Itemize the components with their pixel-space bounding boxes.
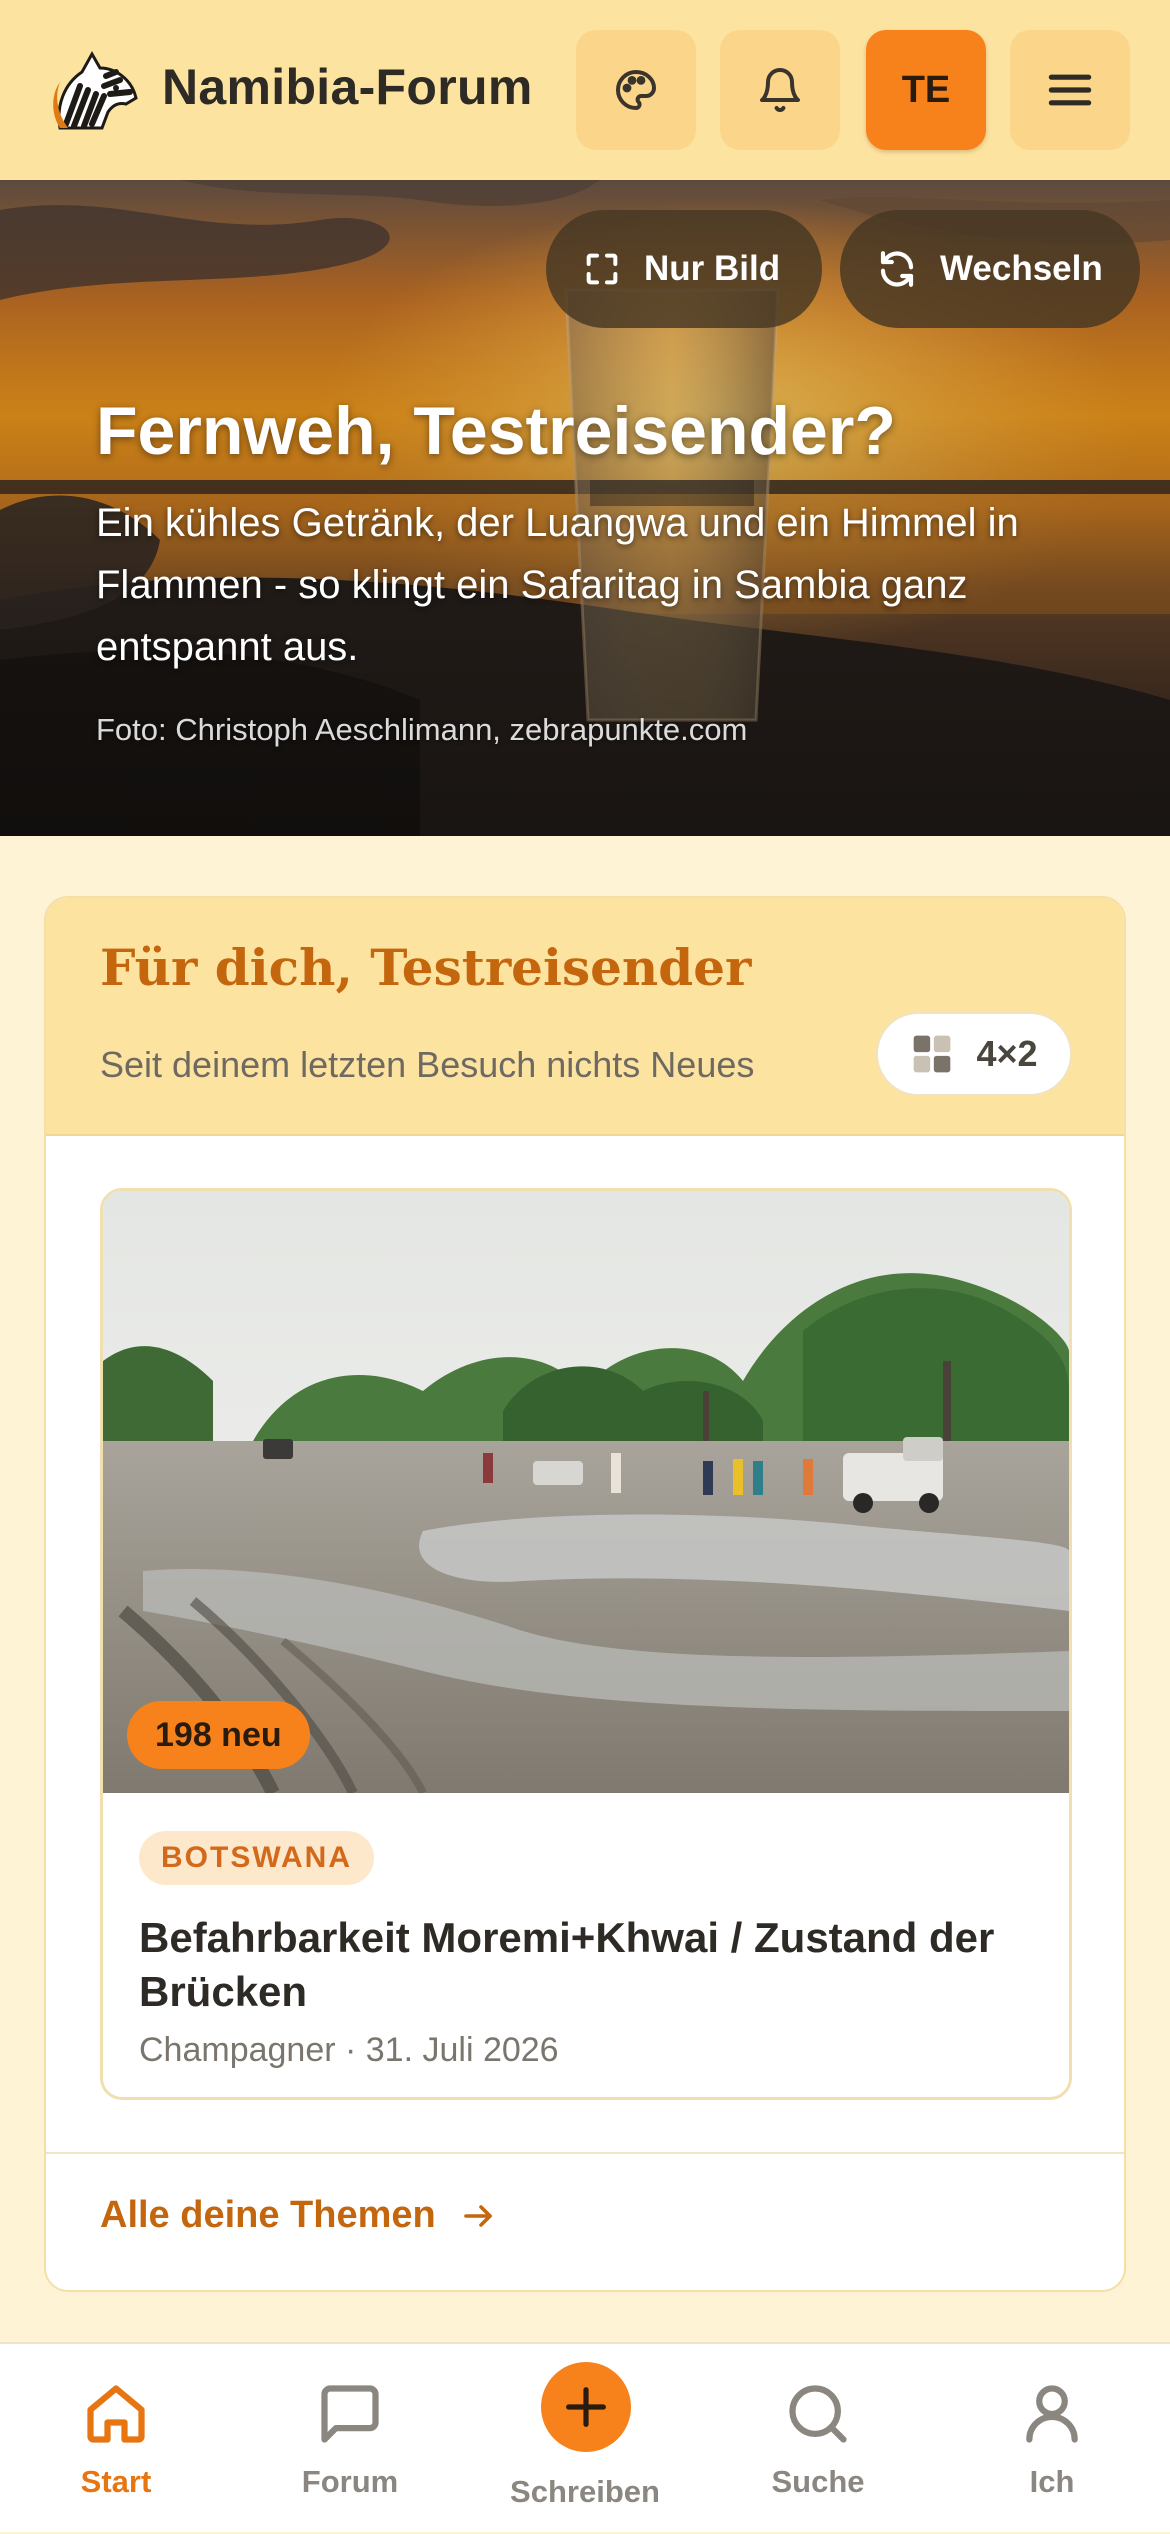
nav-forum[interactable]: Forum — [250, 2344, 450, 2534]
main-menu-button[interactable] — [1010, 30, 1130, 150]
switch-image-button[interactable]: Wechseln — [840, 210, 1140, 328]
only-image-button[interactable]: Nur Bild — [546, 210, 822, 328]
user-avatar-button[interactable]: TE — [866, 30, 986, 150]
topic-card[interactable]: 198 neu BOTSWANA Befahrbarkeit Moremi+Kh… — [100, 1188, 1072, 2100]
write-fab[interactable] — [541, 2362, 631, 2452]
hero-subtitle: Ein kühles Getränk, der Luangwa und ein … — [96, 501, 1019, 669]
only-image-label: Nur Bild — [644, 249, 781, 288]
chat-icon — [321, 2385, 379, 2443]
photo-credit: Foto: Christoph Aeschlimann, zebrapunkte… — [96, 712, 748, 747]
nav-search-label: Suche — [771, 2464, 865, 2499]
refresh-icon — [880, 251, 914, 287]
zebra-logo[interactable] — [46, 46, 142, 134]
notifications-button[interactable] — [720, 30, 840, 150]
topic-title[interactable]: Befahrbarkeit Moremi+Khwai / Zustand der… — [139, 1911, 1039, 2019]
search-icon — [789, 2385, 847, 2443]
menu-icon — [1048, 74, 1092, 106]
nav-forum-label: Forum — [301, 2464, 399, 2499]
nav-search[interactable]: Suche — [718, 2344, 918, 2534]
fullscreen-icon — [586, 253, 618, 285]
plus-icon — [566, 2387, 606, 2427]
for-you-card: Für dich, Testreisender Seit deinem letz… — [44, 896, 1126, 2292]
bell-icon — [760, 68, 800, 112]
switch-image-label: Wechseln — [940, 249, 1103, 288]
arrow-right-icon — [463, 2204, 492, 2227]
theme-palette-button[interactable] — [576, 30, 696, 150]
hero-title: Fernweh, Testreisender? — [96, 393, 896, 469]
palette-icon — [616, 70, 656, 110]
home-icon — [87, 2385, 145, 2443]
for-you-subtitle: Seit deinem letzten Besuch nichts Neues — [100, 1044, 755, 1085]
brand-title[interactable]: Namibia-Forum — [162, 58, 533, 116]
app-header: Namibia-Forum TE — [0, 0, 1170, 180]
card-divider — [46, 2152, 1124, 2154]
nav-write-label: Schreiben — [510, 2474, 660, 2509]
nav-me-label: Ich — [1029, 2464, 1075, 2499]
grid-icon — [914, 1035, 951, 1073]
grid-size-toggle[interactable]: 4×2 — [876, 1012, 1072, 1096]
nav-start[interactable]: Start — [16, 2344, 216, 2534]
topic-meta: Champagner · 31. Juli 2026 — [139, 2031, 559, 2069]
all-topics-link[interactable]: Alle deine Themen — [100, 2194, 496, 2237]
for-you-header: Für dich, Testreisender Seit deinem letz… — [46, 898, 1124, 1136]
grid-size-label: 4×2 — [976, 1033, 1038, 1074]
category-tag[interactable]: BOTSWANA — [139, 1831, 374, 1885]
all-topics-label: Alle deine Themen — [100, 2194, 436, 2236]
new-posts-badge: 198 neu — [127, 1701, 310, 1769]
nav-write[interactable]: Schreiben — [485, 2344, 685, 2534]
bottom-navigation: Start Forum Schreiben Suche Ich — [0, 2342, 1170, 2532]
hero-banner: Nur Bild Wechseln Fernweh, Testreisender… — [0, 180, 1170, 836]
nav-start-label: Start — [80, 2464, 152, 2499]
for-you-title: Für dich, Testreisender — [100, 938, 752, 997]
user-icon — [1026, 2385, 1078, 2443]
nav-me[interactable]: Ich — [952, 2344, 1152, 2534]
